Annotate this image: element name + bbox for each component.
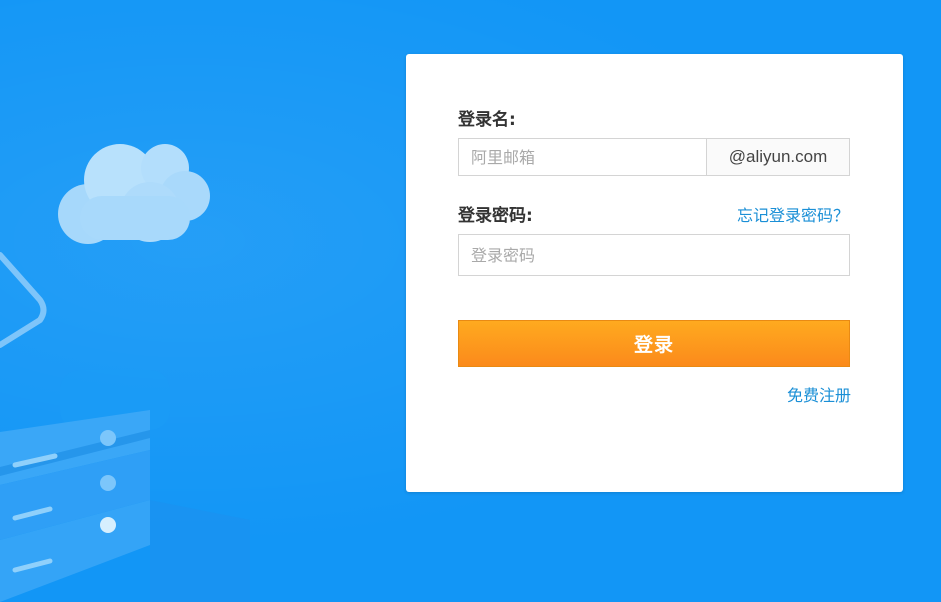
server-rack-icon: [0, 370, 250, 602]
username-field-group: @aliyun.com: [458, 138, 850, 176]
password-label: 登录密码:: [458, 206, 533, 226]
forgot-password-link[interactable]: 忘记登录密码？: [737, 206, 849, 226]
login-button[interactable]: 登录: [458, 320, 850, 367]
login-card: 登录名: @aliyun.com 登录密码: 忘记登录密码？ 登录 免费注册: [406, 54, 903, 492]
username-label: 登录名:: [458, 110, 516, 130]
cloud-icon: [58, 144, 210, 244]
username-input[interactable]: [459, 139, 706, 175]
email-domain-suffix: @aliyun.com: [706, 139, 849, 175]
password-input[interactable]: [458, 234, 850, 276]
register-link[interactable]: 免费注册: [787, 386, 851, 406]
device-icon: [0, 252, 47, 348]
decorative-illustration: [0, 144, 250, 602]
